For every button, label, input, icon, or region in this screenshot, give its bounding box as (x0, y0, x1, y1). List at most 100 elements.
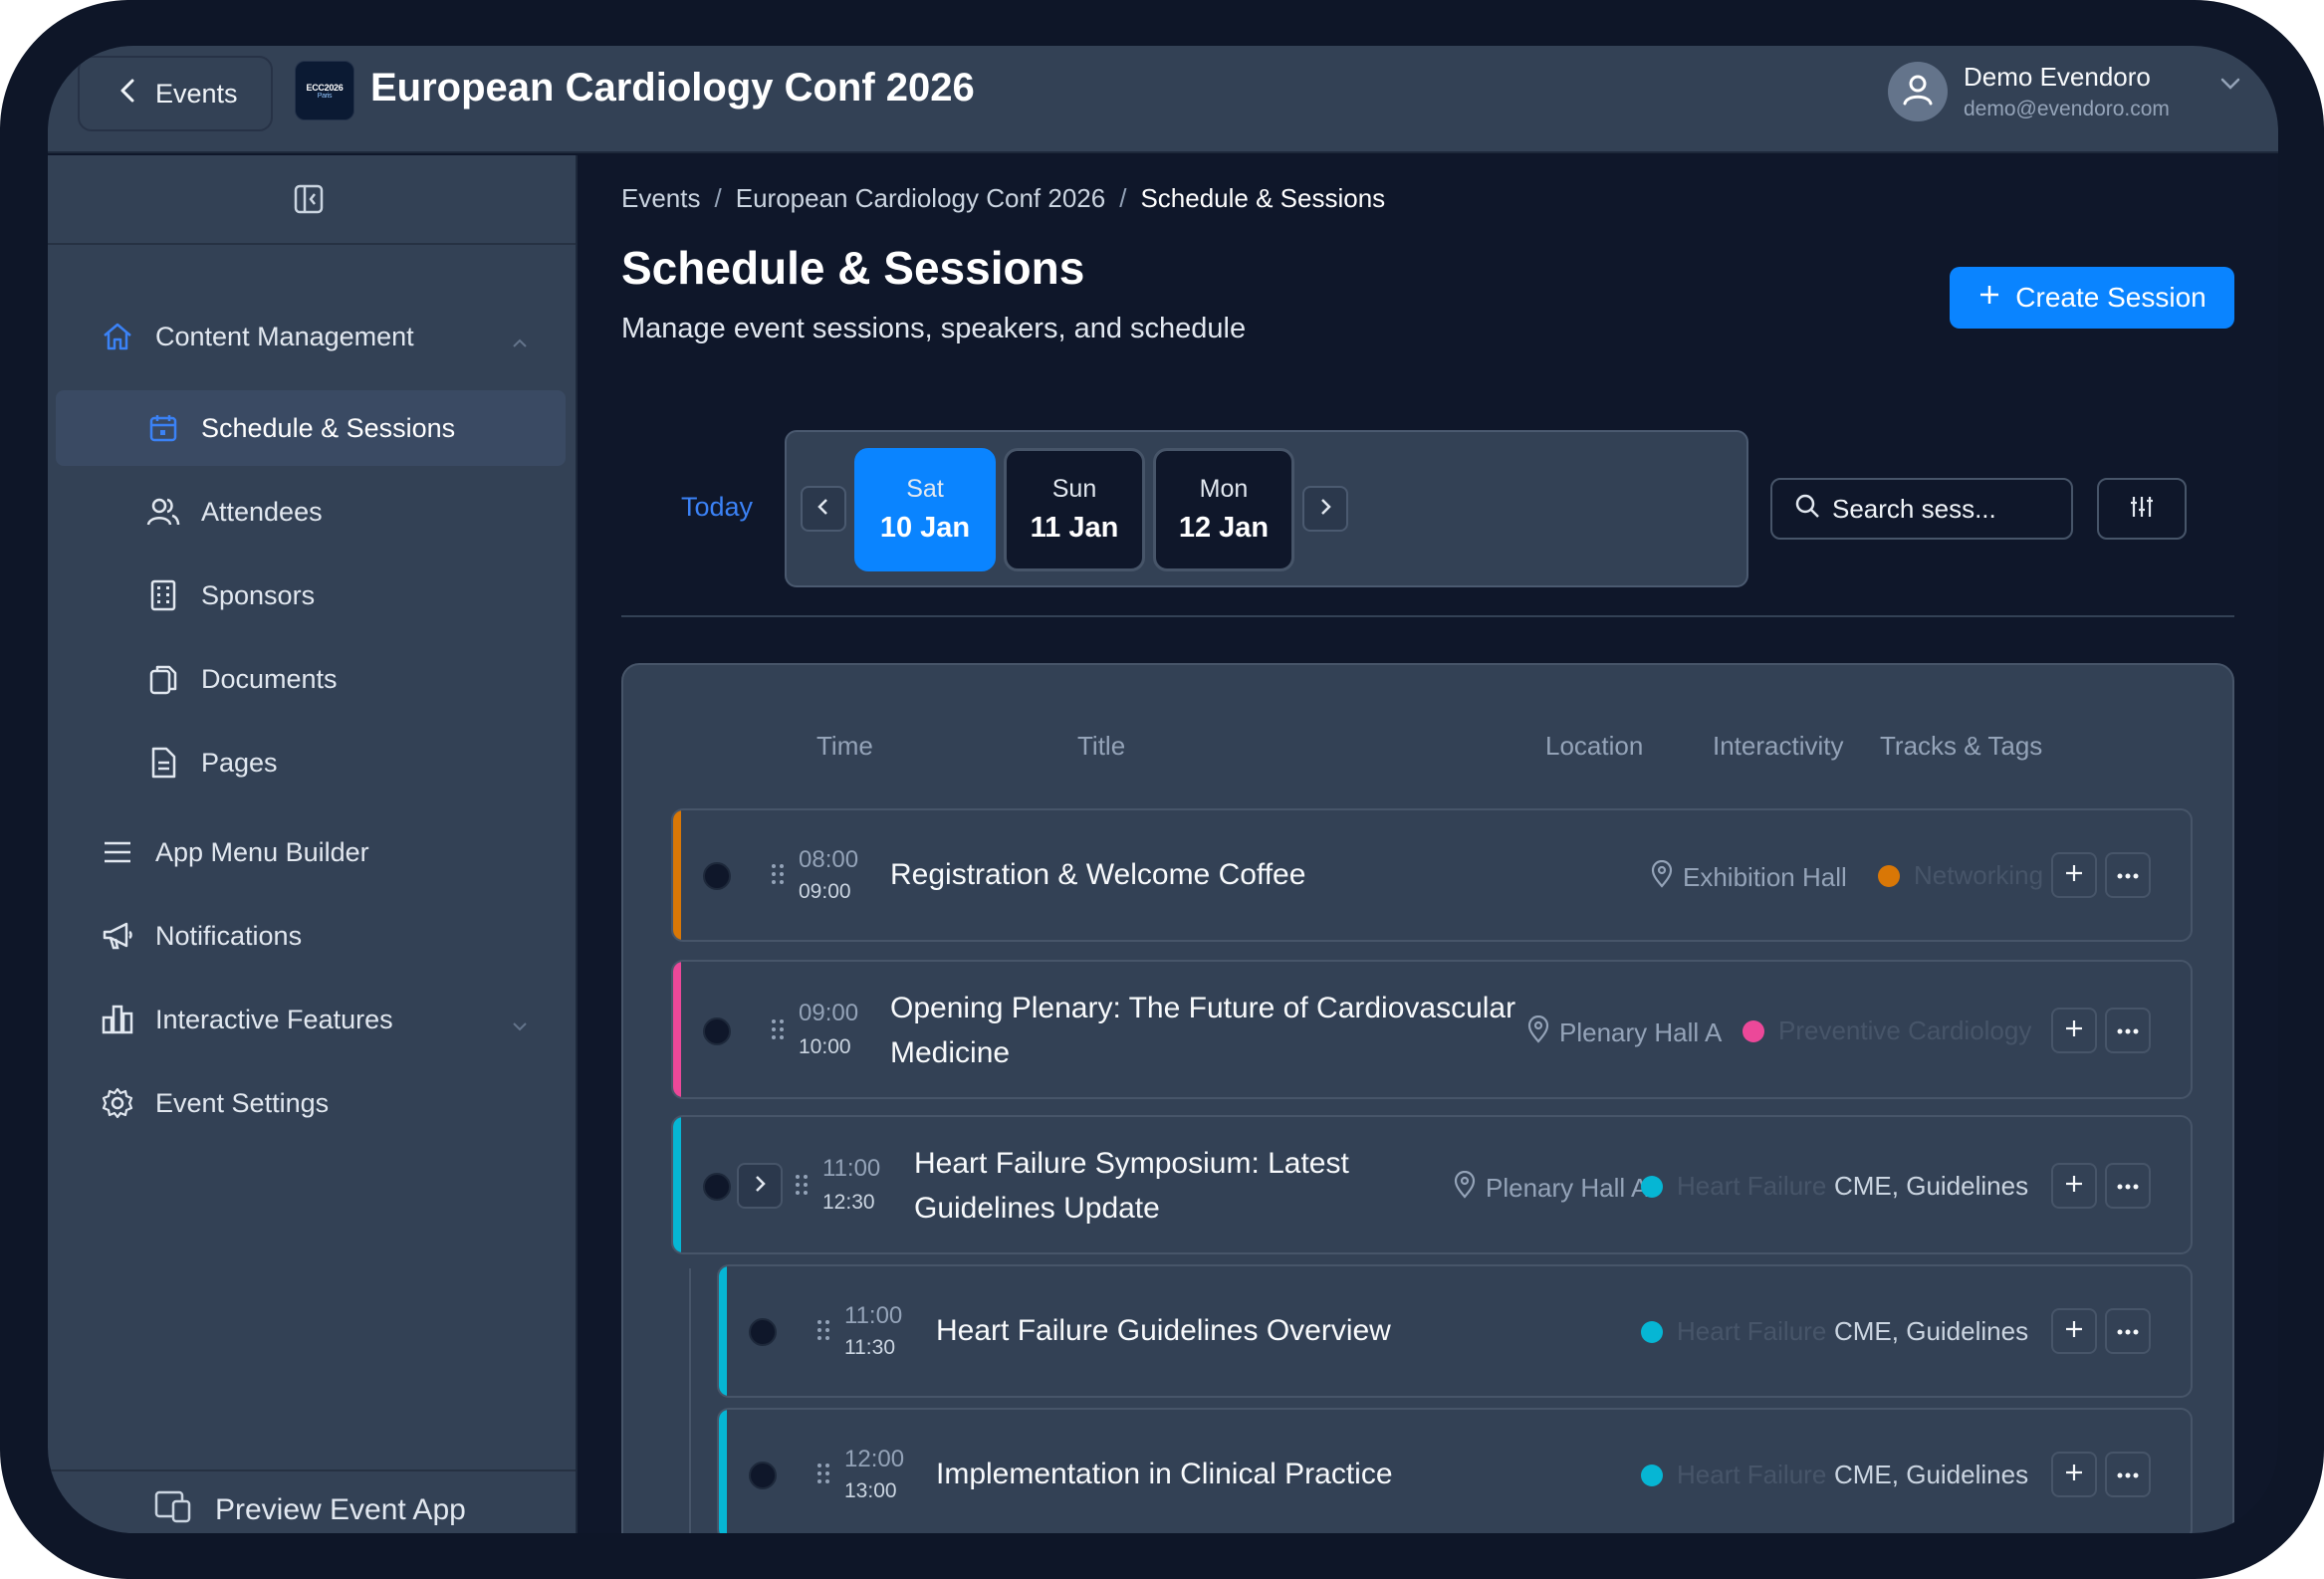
map-pin-icon (1527, 1015, 1549, 1050)
add-button[interactable] (2051, 1008, 2097, 1053)
sidebar-item-event-settings[interactable]: Event Settings (48, 1065, 576, 1141)
row-checkbox[interactable] (703, 1017, 731, 1045)
breadcrumb-item[interactable]: Events (621, 183, 701, 214)
back-label: Events (155, 78, 238, 109)
plus-icon (2064, 1174, 2084, 1199)
add-button[interactable] (2051, 1308, 2097, 1354)
row-checkbox[interactable] (703, 1173, 731, 1201)
table-row-child[interactable]: 12:00 13:00 Implementation in Clinical P… (717, 1408, 2193, 1533)
more-horizontal-icon (2117, 1466, 2139, 1483)
devices-icon (153, 1489, 193, 1531)
back-to-events-button[interactable]: Events (78, 56, 273, 131)
drag-handle-icon[interactable] (816, 1318, 830, 1347)
session-tags: CME, Guidelines (1834, 1460, 2029, 1489)
filter-button[interactable] (2097, 478, 2187, 540)
row-checkbox[interactable] (703, 862, 731, 890)
drag-handle-icon[interactable] (771, 1017, 785, 1046)
create-session-button[interactable]: Create Session (1950, 267, 2234, 329)
sidebar: Content Management Schedule & Sessions A… (48, 155, 578, 1533)
sidebar-item-label: Notifications (155, 920, 303, 951)
session-end-time: 11:30 (844, 1336, 895, 1359)
table-row-child[interactable]: 11:00 11:30 Heart Failure Guidelines Ove… (717, 1264, 2193, 1398)
user-avatar[interactable] (1888, 62, 1948, 121)
sidebar-item-pages[interactable]: Pages (48, 725, 576, 800)
breadcrumb-item[interactable]: European Cardiology Conf 2026 (736, 183, 1105, 214)
chevron-right-icon (1317, 497, 1333, 522)
session-start-time: 08:00 (799, 846, 859, 873)
session-title[interactable]: Implementation in Clinical Practice (936, 1452, 1393, 1496)
table-row[interactable]: 11:00 12:30 Heart Failure Symposium: Lat… (671, 1115, 2193, 1254)
sidebar-item-content-management[interactable]: Content Management (48, 299, 576, 374)
row-accent (673, 810, 681, 940)
table-row[interactable]: 08:00 09:00 Registration & Welcome Coffe… (671, 808, 2193, 942)
prev-dates-button[interactable] (801, 486, 846, 532)
sidebar-item-label: Documents (201, 663, 338, 694)
sidebar-item-sponsors[interactable]: Sponsors (48, 558, 576, 633)
column-header-interactivity[interactable]: Interactivity (1713, 731, 1844, 762)
session-title[interactable]: Heart Failure Guidelines Overview (936, 1308, 1391, 1353)
session-start-time: 11:00 (822, 1155, 881, 1182)
sidebar-collapse-icon[interactable] (293, 183, 325, 220)
column-header-time[interactable]: Time (816, 731, 873, 762)
more-options-button[interactable] (2105, 1163, 2151, 1209)
search-input[interactable]: Search sess... (1770, 478, 2073, 540)
session-title[interactable]: Heart Failure Symposium: Latest Guidelin… (914, 1141, 1349, 1231)
drag-handle-icon[interactable] (771, 862, 785, 891)
sessions-table: Time Title Location Interactivity Tracks… (621, 663, 2234, 1533)
row-checkbox[interactable] (749, 1318, 777, 1346)
sidebar-item-app-menu-builder[interactable]: App Menu Builder (48, 814, 576, 890)
session-tags: CME, Guidelines (1834, 1171, 2029, 1201)
sidebar-item-label: Pages (201, 747, 278, 778)
more-options-button[interactable] (2105, 1008, 2151, 1053)
session-title[interactable]: Registration & Welcome Coffee (890, 852, 1305, 897)
location-label: Plenary Hall A (1559, 1017, 1723, 1047)
map-pin-icon (1651, 859, 1673, 895)
track-color-dot (1641, 1464, 1663, 1486)
day-chip-sun[interactable]: Sun 11 Jan (1004, 448, 1145, 571)
session-start-time: 12:00 (844, 1446, 905, 1472)
session-location: Plenary Hall A (1454, 1170, 1648, 1206)
drag-handle-icon[interactable] (816, 1462, 830, 1490)
more-options-button[interactable] (2105, 1452, 2151, 1497)
column-header-location[interactable]: Location (1545, 731, 1643, 762)
chevron-up-icon (510, 327, 530, 357)
more-options-button[interactable] (2105, 1308, 2151, 1354)
session-track: Heart Failure (1641, 1316, 1826, 1347)
day-chip-mon[interactable]: Mon 12 Jan (1153, 448, 1294, 571)
row-checkbox[interactable] (749, 1462, 777, 1489)
column-header-title[interactable]: Title (1077, 731, 1125, 762)
add-button[interactable] (2051, 1163, 2097, 1209)
more-options-button[interactable] (2105, 852, 2151, 898)
session-track: Heart Failure (1641, 1460, 1826, 1490)
next-dates-button[interactable] (1302, 486, 1348, 532)
sidebar-item-interactive-features[interactable]: Interactive Features (48, 982, 576, 1057)
files-icon (143, 659, 183, 699)
drag-handle-icon[interactable] (795, 1173, 809, 1202)
track-label: Networking (1914, 860, 2044, 890)
table-row[interactable]: 09:00 10:00 Opening Plenary: The Future … (671, 960, 2193, 1099)
session-title[interactable]: Opening Plenary: The Future of Cardiovas… (890, 986, 1515, 1075)
expand-row-button[interactable] (737, 1163, 783, 1209)
session-title-line: Guidelines Update (914, 1192, 1160, 1225)
sidebar-item-schedule-sessions[interactable]: Schedule & Sessions (56, 390, 566, 466)
user-name: Demo Evendoro (1964, 62, 2151, 92)
sidebar-item-notifications[interactable]: Notifications (48, 898, 576, 974)
sidebar-item-label: Interactive Features (155, 1004, 393, 1034)
sidebar-item-label: Schedule & Sessions (201, 412, 456, 443)
plus-icon (2064, 1463, 2084, 1487)
add-button[interactable] (2051, 1452, 2097, 1497)
today-link[interactable]: Today (681, 492, 753, 523)
add-button[interactable] (2051, 852, 2097, 898)
session-track: Networking (1878, 860, 2043, 891)
session-title-line: Medicine (890, 1036, 1011, 1069)
column-header-tracks-tags[interactable]: Tracks & Tags (1880, 731, 2042, 762)
sidebar-item-attendees[interactable]: Attendees (48, 474, 576, 550)
more-horizontal-icon (2117, 1021, 2139, 1039)
chevron-down-icon[interactable] (2218, 76, 2242, 97)
preview-event-app-button[interactable]: Preview Event App (153, 1489, 466, 1531)
track-label: Heart Failure (1677, 1316, 1827, 1346)
sliders-icon (2129, 494, 2155, 525)
sidebar-item-documents[interactable]: Documents (48, 641, 576, 717)
chevron-left-icon (815, 497, 831, 522)
day-chip-sat[interactable]: Sat 10 Jan (854, 448, 996, 571)
